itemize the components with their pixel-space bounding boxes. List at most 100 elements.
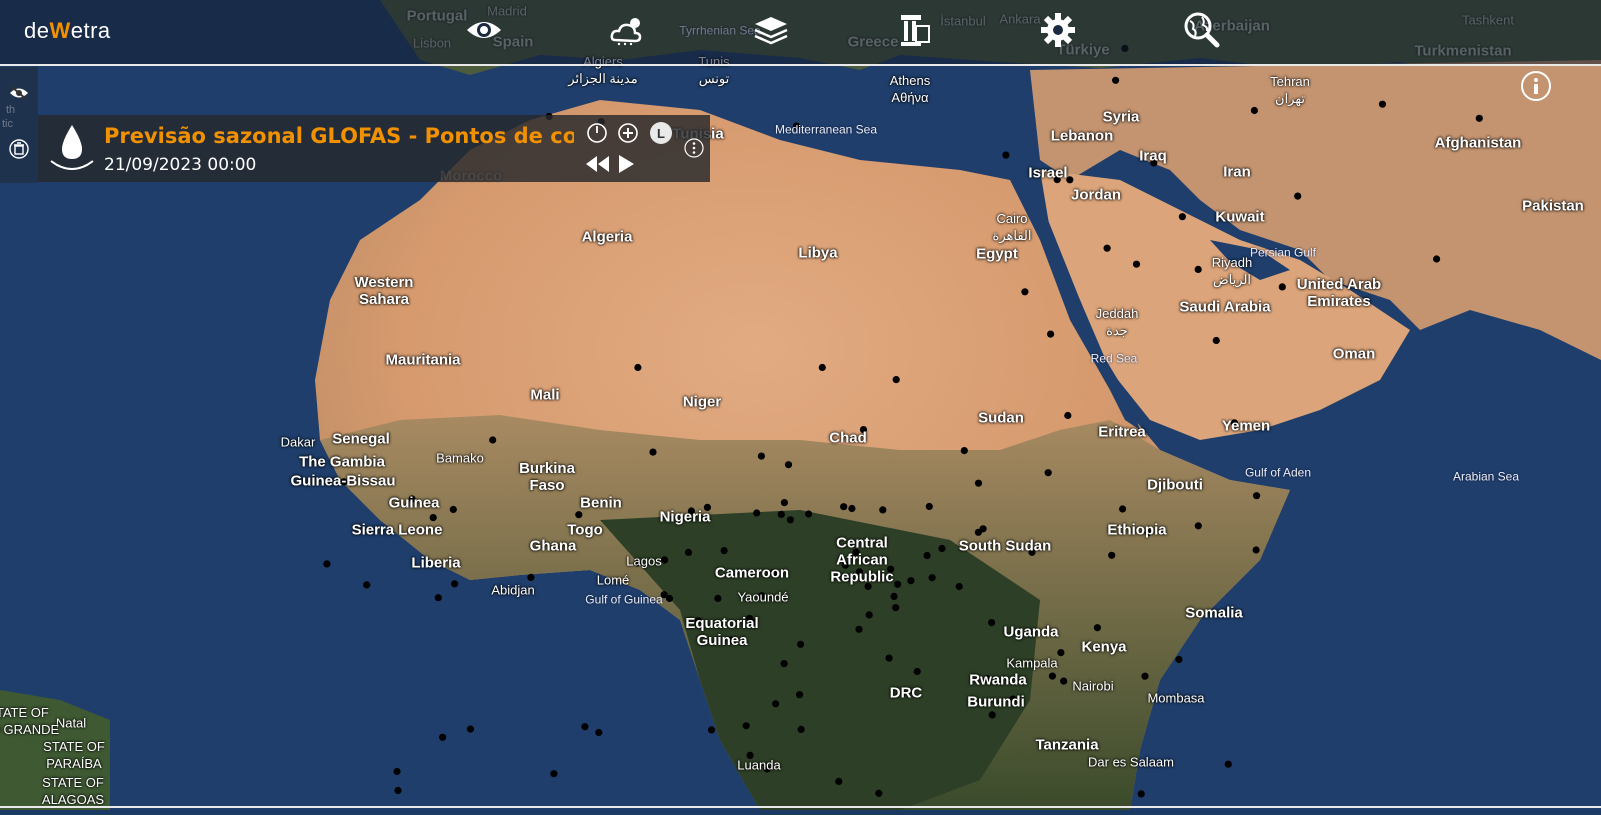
forecast-point[interactable] bbox=[818, 363, 826, 372]
forecast-point[interactable] bbox=[960, 447, 968, 455]
more-options-button[interactable] bbox=[683, 137, 705, 159]
forecast-point[interactable] bbox=[742, 722, 750, 730]
forecast-point[interactable] bbox=[894, 580, 902, 588]
forecast-point[interactable] bbox=[581, 723, 589, 731]
delete-layer-button[interactable] bbox=[7, 137, 31, 161]
play-button[interactable] bbox=[615, 153, 637, 175]
forecast-point[interactable] bbox=[1252, 546, 1260, 554]
forecast-point[interactable] bbox=[1278, 283, 1286, 291]
forecast-point[interactable] bbox=[323, 560, 331, 568]
forecast-point[interactable] bbox=[393, 767, 401, 776]
layer-toggle-button[interactable] bbox=[586, 122, 608, 144]
forecast-point[interactable] bbox=[928, 574, 936, 582]
info-button[interactable] bbox=[1521, 71, 1551, 101]
forecast-point[interactable] bbox=[840, 503, 848, 511]
forecast-point[interactable] bbox=[855, 625, 863, 633]
forecast-point[interactable] bbox=[527, 573, 535, 582]
forecast-point[interactable] bbox=[661, 556, 669, 564]
settings-button[interactable] bbox=[1038, 10, 1078, 50]
forecast-point[interactable] bbox=[757, 452, 766, 460]
layer-date[interactable]: 21/09/2023 00:00 bbox=[104, 155, 256, 175]
forecast-point[interactable] bbox=[907, 577, 915, 585]
forecast-point[interactable] bbox=[890, 592, 898, 601]
forecast-point[interactable] bbox=[1132, 260, 1141, 268]
layer-title[interactable]: Previsão sazonal GLOFAS - Pontos de co..… bbox=[104, 124, 574, 148]
forecast-point[interactable] bbox=[753, 509, 761, 517]
forecast-point[interactable] bbox=[786, 516, 795, 524]
forecast-point[interactable] bbox=[879, 506, 887, 514]
zoom-to-layer-button[interactable] bbox=[617, 122, 639, 144]
rewind-button[interactable] bbox=[584, 153, 610, 175]
forecast-point[interactable] bbox=[394, 786, 402, 795]
forecast-point[interactable] bbox=[1212, 336, 1220, 345]
forecast-point[interactable] bbox=[1141, 672, 1149, 680]
forecast-point[interactable] bbox=[913, 667, 921, 676]
forecast-point[interactable] bbox=[720, 547, 728, 555]
forecast-point[interactable] bbox=[865, 611, 873, 619]
hide-all-button[interactable] bbox=[7, 81, 31, 105]
forecast-point[interactable] bbox=[796, 691, 804, 699]
forecast-point[interactable] bbox=[848, 504, 856, 513]
forecast-point[interactable] bbox=[1475, 114, 1483, 122]
forecast-point[interactable] bbox=[595, 728, 603, 737]
layers-button[interactable] bbox=[751, 10, 791, 50]
forecast-point[interactable] bbox=[1433, 255, 1441, 263]
forecast-point[interactable] bbox=[429, 514, 437, 522]
forecast-point[interactable] bbox=[974, 479, 983, 487]
forecast-point[interactable] bbox=[772, 700, 780, 708]
forecast-point[interactable] bbox=[797, 640, 805, 648]
forecast-point[interactable] bbox=[797, 725, 805, 734]
forecast-point[interactable] bbox=[1137, 790, 1145, 798]
forecast-point[interactable] bbox=[1194, 522, 1202, 530]
forecast-point[interactable] bbox=[925, 502, 933, 511]
forecast-point[interactable] bbox=[988, 619, 996, 627]
forecast-point[interactable] bbox=[938, 544, 946, 553]
search-button[interactable] bbox=[1182, 10, 1222, 50]
forecast-point[interactable] bbox=[684, 548, 693, 557]
forecast-point[interactable] bbox=[875, 789, 883, 797]
forecast-point[interactable] bbox=[575, 511, 583, 519]
forecast-point[interactable] bbox=[1047, 330, 1055, 338]
forecast-point[interactable] bbox=[1194, 265, 1202, 273]
visibility-button[interactable] bbox=[464, 10, 504, 50]
forecast-point[interactable] bbox=[707, 726, 716, 734]
forecast-point[interactable] bbox=[634, 363, 642, 372]
forecast-point[interactable] bbox=[955, 582, 963, 591]
legend-button[interactable]: L bbox=[650, 122, 672, 144]
forecast-point[interactable] bbox=[1294, 192, 1302, 200]
forecast-point[interactable] bbox=[466, 725, 475, 733]
forecast-point[interactable] bbox=[1178, 213, 1186, 221]
forecast-point[interactable] bbox=[1044, 469, 1052, 477]
forecast-point[interactable] bbox=[1103, 244, 1111, 252]
forecast-point[interactable] bbox=[434, 594, 442, 602]
forecast-point[interactable] bbox=[1112, 76, 1120, 84]
forecast-point[interactable] bbox=[1175, 655, 1183, 664]
forecast-point[interactable] bbox=[1108, 551, 1116, 559]
weather-button[interactable] bbox=[607, 10, 647, 50]
forecast-point[interactable] bbox=[1119, 505, 1127, 513]
documents-button[interactable] bbox=[895, 10, 935, 50]
forecast-point[interactable] bbox=[1002, 151, 1010, 159]
forecast-point[interactable] bbox=[784, 461, 793, 469]
forecast-point[interactable] bbox=[780, 660, 788, 668]
forecast-point[interactable] bbox=[835, 777, 843, 786]
forecast-point[interactable] bbox=[1378, 100, 1387, 108]
forecast-point[interactable] bbox=[1093, 624, 1101, 632]
forecast-point[interactable] bbox=[665, 594, 674, 603]
forecast-point[interactable] bbox=[1064, 411, 1072, 420]
forecast-point[interactable] bbox=[1253, 492, 1261, 500]
forecast-point[interactable] bbox=[1057, 649, 1065, 657]
forecast-point[interactable] bbox=[550, 770, 558, 778]
forecast-point[interactable] bbox=[1060, 677, 1068, 685]
forecast-point[interactable] bbox=[892, 376, 900, 384]
forecast-point[interactable] bbox=[649, 448, 657, 456]
forecast-point[interactable] bbox=[1250, 106, 1258, 115]
forecast-point[interactable] bbox=[777, 510, 785, 518]
forecast-point[interactable] bbox=[489, 436, 497, 444]
forecast-point[interactable] bbox=[892, 604, 900, 612]
forecast-point[interactable] bbox=[1021, 288, 1029, 296]
forecast-point[interactable] bbox=[439, 733, 447, 741]
active-layer-panel[interactable]: Previsão sazonal GLOFAS - Pontos de co..… bbox=[38, 115, 710, 182]
forecast-point[interactable] bbox=[1048, 672, 1056, 680]
forecast-point[interactable] bbox=[780, 499, 789, 507]
